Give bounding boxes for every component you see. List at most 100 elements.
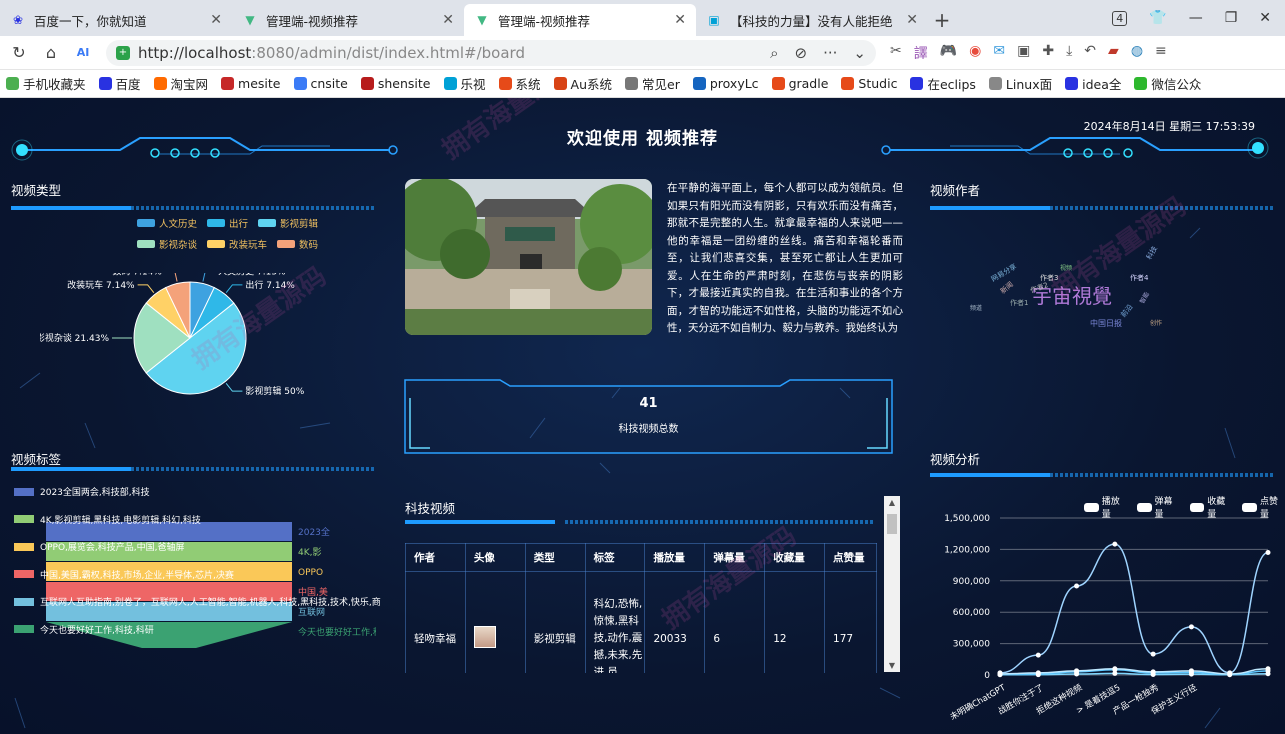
- word-cloud-word[interactable]: 前沿: [1119, 302, 1136, 319]
- series-point[interactable]: [1188, 624, 1194, 630]
- series-point[interactable]: [1265, 666, 1271, 672]
- translate-icon[interactable]: 譯: [914, 43, 928, 63]
- table-header-cell[interactable]: 标签: [584, 543, 646, 572]
- series-point[interactable]: [1188, 668, 1194, 674]
- bookmark-item[interactable]: proxyLc: [692, 76, 759, 91]
- table-header-cell[interactable]: 头像: [464, 543, 526, 572]
- pie-legend-item[interactable]: 影视剪辑: [258, 216, 318, 230]
- weibo-icon[interactable]: ◉: [969, 43, 981, 63]
- bookmark-item[interactable]: Studic: [841, 76, 897, 91]
- mail-icon[interactable]: ✉: [993, 43, 1005, 63]
- briefcase-icon[interactable]: ▰: [1108, 43, 1119, 63]
- restore-icon[interactable]: ❐: [1225, 10, 1238, 26]
- pie-legend-item[interactable]: 数码: [277, 237, 318, 251]
- close-icon[interactable]: ✕: [442, 12, 454, 28]
- tag-legend-item[interactable]: 今天也要好好工作,科技,科研: [14, 623, 381, 636]
- bookmark-item[interactable]: 在eclips: [910, 74, 976, 93]
- word-cloud-word[interactable]: 科技: [1144, 244, 1160, 261]
- bookmark-item[interactable]: 常见er: [625, 74, 680, 93]
- tag-legend-item[interactable]: 2023全国两会,科技部,科技: [14, 485, 381, 498]
- bookmark-item[interactable]: shensite: [360, 76, 431, 91]
- bookmark-item[interactable]: 微信公众: [1134, 74, 1201, 93]
- table-header-cell[interactable]: 点赞量: [824, 543, 877, 572]
- tab-admin-1[interactable]: ▼ 管理端-视频推荐 ✕: [232, 4, 464, 36]
- series-point[interactable]: [1074, 668, 1080, 674]
- pie-legend-item[interactable]: 改装玩车: [207, 237, 267, 251]
- word-cloud-word[interactable]: 频道: [970, 303, 982, 312]
- bookmark-item[interactable]: cnsite: [293, 76, 348, 91]
- series-point[interactable]: [1150, 669, 1156, 675]
- word-cloud-word[interactable]: 视频: [1060, 263, 1072, 272]
- table-header-cell[interactable]: 作者: [405, 543, 466, 572]
- pie-legend-item[interactable]: 影视杂谈: [137, 237, 197, 251]
- table-header-cell[interactable]: 弹幕量: [704, 543, 766, 572]
- globe-icon[interactable]: ◍: [1131, 43, 1143, 63]
- close-icon[interactable]: ✕: [210, 12, 222, 28]
- more-icon[interactable]: ···: [823, 44, 837, 62]
- word-cloud-word[interactable]: 网易分享: [989, 262, 1018, 285]
- tag-legend-item[interactable]: 4K,影视剪辑,黑科技,电影剪辑,科幻,科技: [14, 513, 381, 526]
- home-icon[interactable]: ⌂: [42, 43, 60, 62]
- bookmark-item[interactable]: Linux面: [988, 74, 1052, 93]
- zoom-icon[interactable]: ⌕: [770, 44, 778, 62]
- series-point[interactable]: [1074, 583, 1080, 589]
- tag-legend-item[interactable]: 互联网人互助指南,别卷了，互联网人,人工智能,智能,机器人,科技,黑科技,技术,…: [14, 595, 381, 608]
- tab-admin-2[interactable]: ▼ 管理端-视频推荐 ✕: [464, 4, 696, 36]
- table-row[interactable]: 轻吻幸福 影视剪辑 科幻,恐怖,惊悚,黑科技,动作,震撼,未来,先进,员 200…: [405, 571, 877, 673]
- pie-legend-item[interactable]: 人文历史: [137, 216, 197, 230]
- game-icon[interactable]: 🎮: [940, 43, 957, 63]
- download-icon[interactable]: ⤓: [1066, 43, 1072, 63]
- scroll-up-icon[interactable]: ▲: [884, 498, 900, 507]
- series-point[interactable]: [1112, 541, 1118, 547]
- bookmark-item[interactable]: 乐视: [443, 74, 486, 93]
- table-header-cell[interactable]: 收藏量: [764, 543, 826, 572]
- close-icon[interactable]: ✕: [906, 12, 918, 28]
- bookmark-item[interactable]: 手机收藏夹: [6, 74, 86, 93]
- series-point[interactable]: [1112, 666, 1118, 672]
- close-window-icon[interactable]: ✕: [1259, 10, 1271, 26]
- series-point[interactable]: [1035, 652, 1041, 658]
- word-cloud-word[interactable]: 智能: [1137, 290, 1151, 305]
- bookmark-item[interactable]: gradle: [771, 76, 828, 91]
- shirt-icon[interactable]: 👕: [1149, 10, 1166, 26]
- tag-legend-item[interactable]: 中国,美国,霸权,科技,市场,企业,半导体,芯片,决赛: [14, 568, 381, 581]
- word-cloud-word[interactable]: 作者4: [1130, 273, 1148, 283]
- pie-legend-item[interactable]: 出行: [207, 216, 248, 230]
- scissors-icon[interactable]: ✂: [890, 43, 902, 63]
- word-cloud-word[interactable]: 新闻: [998, 280, 1015, 297]
- bookmark-item[interactable]: Au系统: [553, 74, 612, 93]
- scroll-down-icon[interactable]: ▼: [884, 661, 900, 670]
- series-point[interactable]: [1035, 670, 1041, 676]
- table-header-cell[interactable]: 类型: [524, 543, 586, 572]
- undo-icon[interactable]: ↶: [1084, 43, 1096, 63]
- featured-image[interactable]: [405, 179, 652, 335]
- series-point[interactable]: [997, 671, 1003, 677]
- bookmark-item[interactable]: mesite: [221, 76, 281, 91]
- bookmark-item[interactable]: idea全: [1065, 74, 1121, 93]
- word-cloud-word[interactable]: 作者1: [1010, 298, 1028, 308]
- tag-legend-item[interactable]: OPPO,展览会,科技产品,中国,爸轴屏: [14, 540, 381, 553]
- compass-icon[interactable]: ⊘: [795, 44, 808, 62]
- refresh-icon[interactable]: ↻: [10, 43, 28, 62]
- table-scrollbar[interactable]: ▲ ▼: [884, 496, 900, 672]
- window-icon[interactable]: ▣: [1017, 43, 1030, 63]
- series-point[interactable]: [1227, 671, 1233, 677]
- bookmark-item[interactable]: 淘宝网: [153, 74, 208, 93]
- tab-baidu[interactable]: ❀ 百度一下，你就知道 ✕: [0, 4, 232, 36]
- url-input[interactable]: + http://localhost:8080/admin/dist/index…: [106, 39, 876, 66]
- chevron-down-icon[interactable]: ⌄: [853, 44, 866, 62]
- series-point[interactable]: [1150, 651, 1156, 657]
- menu-icon[interactable]: ≡: [1155, 43, 1167, 63]
- avatar[interactable]: [473, 626, 496, 648]
- tab-bilibili[interactable]: ▣ 【科技的力量】没有人能拒绝 ✕: [696, 4, 928, 36]
- bookmark-item[interactable]: 系统: [498, 74, 541, 93]
- word-cloud-word[interactable]: 创作: [1150, 318, 1162, 327]
- word-cloud-word[interactable]: 中国日报: [1090, 318, 1122, 329]
- series-point[interactable]: [1265, 550, 1271, 556]
- scroll-thumb[interactable]: [887, 514, 897, 534]
- table-header-cell[interactable]: 播放量: [644, 543, 706, 572]
- close-icon[interactable]: ✕: [674, 12, 686, 28]
- tab-count-badge[interactable]: 4: [1112, 10, 1128, 26]
- minimize-icon[interactable]: —: [1189, 10, 1203, 26]
- puzzle-icon[interactable]: ✚: [1042, 43, 1054, 63]
